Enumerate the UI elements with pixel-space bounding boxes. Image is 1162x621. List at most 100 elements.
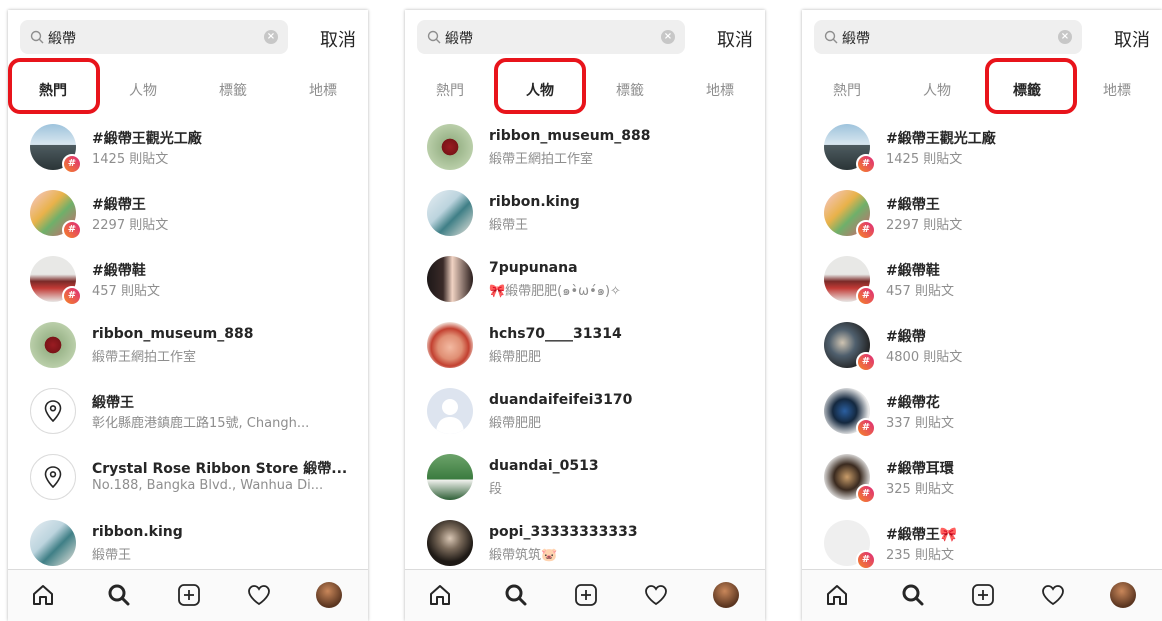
tab-top[interactable]: 熱門 (8, 76, 98, 112)
result-title: duandai_0513 (489, 458, 599, 474)
search-input[interactable]: 緞帶 × (417, 20, 685, 54)
new-post-icon[interactable] (573, 582, 599, 608)
result-title: #緞帶鞋 (92, 263, 146, 279)
results-list: # #緞帶王觀光工廠 1425 則貼文 # #緞帶王 2297 則貼文 # #緞… (802, 116, 1162, 570)
search-icon[interactable] (503, 582, 529, 608)
hashtag-badge-icon: # (856, 484, 876, 504)
search-icon[interactable] (106, 582, 132, 608)
list-item[interactable]: 緞帶王 彰化縣鹿港鎮鹿工路15號, Changh... (8, 380, 368, 446)
tab-places[interactable]: 地標 (1072, 76, 1162, 106)
search-tabs: 熱門 人物 標籤 地標 (405, 64, 765, 118)
profile-avatar[interactable] (713, 582, 739, 608)
profile-avatar[interactable] (1110, 582, 1136, 608)
list-item[interactable]: ribbon_museum_888 緞帶王網拍工作室 (8, 314, 368, 380)
result-title: popi_33333333333 (489, 524, 638, 540)
result-title: hchs70____31314 (489, 326, 622, 342)
new-post-icon[interactable] (176, 582, 202, 608)
search-tabs: 熱門 人物 標籤 地標 (8, 64, 368, 118)
result-title: Crystal Rose Ribbon Store 緞帶... (92, 461, 348, 477)
cancel-button[interactable]: 取消 (320, 26, 356, 52)
tab-top[interactable]: 熱門 (802, 76, 892, 106)
activity-heart-icon[interactable] (246, 582, 272, 608)
avatar (30, 322, 76, 368)
result-title: duandaifeifei3170 (489, 392, 633, 408)
result-title: #緞帶 (886, 329, 926, 345)
list-item[interactable]: # #緞帶王 2297 則貼文 (802, 182, 1162, 248)
tab-people[interactable]: 人物 (495, 76, 585, 112)
list-item[interactable]: # #緞帶鞋 457 則貼文 (8, 248, 368, 314)
list-item[interactable]: 7pupunana 🎀緞帶肥肥(๑•̀ω•́๑)✧ (405, 248, 765, 314)
result-title: #緞帶鞋 (886, 263, 940, 279)
list-item[interactable]: Crystal Rose Ribbon Store 緞帶... No.188, … (8, 446, 368, 512)
result-subtitle: 緞帶筑筑🐷 (489, 548, 558, 563)
result-title: ribbon_museum_888 (92, 326, 254, 342)
list-item[interactable]: # #緞帶王🎀 235 則貼文 (802, 512, 1162, 570)
hashtag-badge-icon: # (856, 220, 876, 240)
list-item[interactable]: # #緞帶 4800 則貼文 (802, 314, 1162, 380)
list-item[interactable]: # #緞帶王觀光工廠 1425 則貼文 (802, 116, 1162, 182)
search-query: 緞帶 (48, 31, 76, 47)
cancel-button[interactable]: 取消 (1114, 26, 1150, 52)
list-item[interactable]: # #緞帶花 337 則貼文 (802, 380, 1162, 446)
result-title: ribbon.king (489, 194, 580, 210)
list-item[interactable]: # #緞帶王觀光工廠 1425 則貼文 (8, 116, 368, 182)
list-item[interactable]: ribbon.king 緞帶王 (405, 182, 765, 248)
result-subtitle: 🎀緞帶肥肥(๑•̀ω•́๑)✧ (489, 284, 621, 299)
home-icon[interactable] (824, 582, 850, 608)
tab-people[interactable]: 人物 (892, 76, 982, 106)
hashtag-badge-icon: # (62, 220, 82, 240)
list-item[interactable]: # #緞帶王 2297 則貼文 (8, 182, 368, 248)
result-title: #緞帶耳環 (886, 461, 954, 477)
list-item[interactable]: # #緞帶鞋 457 則貼文 (802, 248, 1162, 314)
list-item[interactable]: duandaifeifei3170 緞帶肥肥 (405, 380, 765, 446)
list-item[interactable]: popi_33333333333 緞帶筑筑🐷 (405, 512, 765, 570)
profile-avatar[interactable] (316, 582, 342, 608)
result-title: #緞帶王 (92, 197, 146, 213)
search-icon (427, 30, 441, 44)
result-subtitle: 段 (489, 482, 503, 497)
activity-heart-icon[interactable] (1040, 582, 1066, 608)
list-item[interactable]: hchs70____31314 緞帶肥肥 (405, 314, 765, 380)
home-icon[interactable] (427, 582, 453, 608)
tab-people[interactable]: 人物 (98, 76, 188, 106)
search-bar: 緞帶 × 取消 (814, 20, 1150, 54)
hashtag-badge-icon: # (856, 154, 876, 174)
avatar (427, 520, 473, 566)
tab-places[interactable]: 地標 (278, 76, 368, 106)
results-list: # #緞帶王觀光工廠 1425 則貼文 # #緞帶王 2297 則貼文 # #緞… (8, 116, 368, 570)
new-post-icon[interactable] (970, 582, 996, 608)
tab-tags[interactable]: 標籤 (188, 76, 278, 106)
avatar (427, 190, 473, 236)
cancel-button[interactable]: 取消 (717, 26, 753, 52)
list-item[interactable]: duandai_0513 段 (405, 446, 765, 512)
location-pin-icon (30, 454, 76, 500)
result-subtitle: 緞帶王網拍工作室 (489, 152, 594, 167)
tab-top[interactable]: 熱門 (405, 76, 495, 106)
tab-places[interactable]: 地標 (675, 76, 765, 106)
result-subtitle: 2297 則貼文 (886, 218, 963, 233)
list-item[interactable]: ribbon.king 緞帶王 (8, 512, 368, 570)
result-subtitle: 緞帶肥肥 (489, 416, 542, 431)
search-input[interactable]: 緞帶 × (20, 20, 288, 54)
result-subtitle: 337 則貼文 (886, 416, 954, 431)
result-subtitle: 緞帶王 (489, 218, 529, 233)
tab-tags[interactable]: 標籤 (585, 76, 675, 106)
activity-heart-icon[interactable] (643, 582, 669, 608)
hashtag-badge-icon: # (62, 154, 82, 174)
clear-icon[interactable]: × (661, 30, 675, 44)
clear-icon[interactable]: × (1058, 30, 1072, 44)
avatar (427, 322, 473, 368)
search-input[interactable]: 緞帶 × (814, 20, 1082, 54)
home-icon[interactable] (30, 582, 56, 608)
search-query: 緞帶 (842, 31, 870, 47)
avatar (427, 256, 473, 302)
result-subtitle: 235 則貼文 (886, 548, 954, 563)
list-item[interactable]: ribbon_museum_888 緞帶王網拍工作室 (405, 116, 765, 182)
result-subtitle: 彰化縣鹿港鎮鹿工路15號, Changh... (92, 416, 310, 431)
clear-icon[interactable]: × (264, 30, 278, 44)
search-icon[interactable] (900, 582, 926, 608)
bottom-nav (802, 569, 1162, 621)
result-title: #緞帶花 (886, 395, 940, 411)
list-item[interactable]: # #緞帶耳環 325 則貼文 (802, 446, 1162, 512)
tab-tags[interactable]: 標籤 (982, 76, 1072, 112)
